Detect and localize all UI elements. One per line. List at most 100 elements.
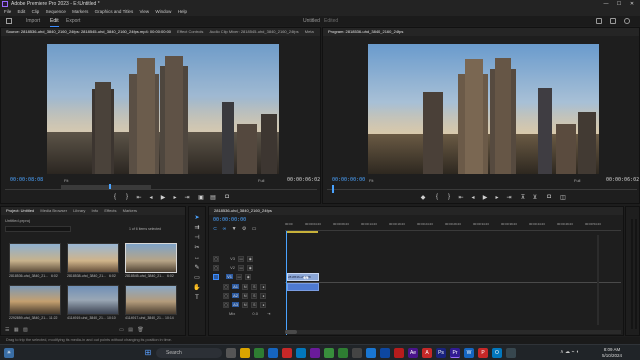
program-mark-in-icon[interactable]: { bbox=[433, 194, 441, 200]
lock-icon[interactable]: ▢ bbox=[223, 283, 229, 290]
program-mark-out-icon[interactable]: } bbox=[445, 194, 453, 200]
project-thumbnail-selected[interactable] bbox=[125, 243, 177, 273]
menu-sequence[interactable]: Sequence bbox=[46, 9, 66, 14]
tab-library[interactable]: Library bbox=[73, 208, 85, 213]
source-timecode[interactable]: 00:00:08:08 bbox=[10, 177, 43, 183]
pen-tool-icon[interactable]: ✎ bbox=[192, 263, 202, 273]
menu-window[interactable]: Window bbox=[155, 9, 171, 14]
taskview-icon[interactable] bbox=[226, 348, 236, 358]
source-timebar[interactable] bbox=[5, 189, 317, 190]
home-icon[interactable] bbox=[6, 18, 12, 24]
chrome-icon[interactable] bbox=[282, 348, 292, 358]
tab-effects[interactable]: Effects bbox=[104, 208, 116, 213]
step-forward-icon[interactable]: ▸ bbox=[171, 194, 179, 201]
program-timebar[interactable] bbox=[327, 189, 637, 190]
app-icon[interactable] bbox=[394, 348, 404, 358]
program-fit-select[interactable]: Fit bbox=[369, 178, 373, 183]
menu-markers[interactable]: Markers bbox=[72, 9, 88, 14]
solo-icon[interactable]: S bbox=[251, 301, 258, 308]
selection-tool-icon[interactable]: ➤ bbox=[192, 213, 202, 223]
mic-icon[interactable]: ● bbox=[260, 301, 267, 308]
rectangle-tool-icon[interactable]: ▭ bbox=[192, 273, 202, 283]
lock-icon[interactable]: ▢ bbox=[213, 255, 219, 262]
project-thumbnail[interactable] bbox=[9, 285, 61, 315]
comparison-view-icon[interactable]: ◫ bbox=[559, 194, 567, 201]
insert-icon[interactable]: ▣ bbox=[197, 194, 205, 201]
mute-icon[interactable]: M bbox=[242, 292, 249, 299]
tab-sequence[interactable]: 2818536-uhd_3840_2160_24fps bbox=[214, 208, 272, 213]
outlook-icon[interactable]: O bbox=[492, 348, 502, 358]
sync-lock-icon[interactable]: ▭ bbox=[236, 273, 243, 280]
tab-markers[interactable]: Markers bbox=[123, 208, 137, 213]
audio-clip[interactable] bbox=[287, 283, 319, 291]
project-search-input[interactable] bbox=[5, 226, 71, 232]
export-frame-icon[interactable]: ◘ bbox=[223, 194, 231, 200]
menu-edit[interactable]: Edit bbox=[18, 9, 26, 14]
mic-icon[interactable]: ● bbox=[260, 283, 267, 290]
source-video-frame[interactable] bbox=[47, 44, 279, 174]
sync-lock-icon[interactable]: ▭ bbox=[238, 264, 245, 271]
timeline-timecode[interactable]: 00:00:00:00 bbox=[213, 217, 246, 223]
timeline-horizontal-scrollbar[interactable] bbox=[285, 330, 621, 334]
new-item-icon[interactable]: ▤ bbox=[128, 327, 133, 333]
list-view-icon[interactable]: ☰ bbox=[5, 327, 9, 333]
clock[interactable]: 8:09 AM 5/10/2024 bbox=[594, 347, 630, 359]
tab-media-browser[interactable]: Media Browser bbox=[40, 208, 67, 213]
sync-lock-icon[interactable]: ▭ bbox=[238, 255, 245, 262]
linked-selection-icon[interactable]: ∞ bbox=[223, 226, 227, 232]
solo-icon[interactable]: S bbox=[251, 283, 258, 290]
razor-tool-icon[interactable]: ✂ bbox=[192, 243, 202, 253]
fullscreen-icon[interactable] bbox=[624, 18, 630, 24]
program-step-back-icon[interactable]: ◂ bbox=[469, 194, 477, 201]
program-playhead[interactable] bbox=[332, 185, 334, 193]
app-icon[interactable] bbox=[506, 348, 516, 358]
app-icon[interactable] bbox=[310, 348, 320, 358]
track-name[interactable]: A2 bbox=[232, 293, 240, 298]
mark-in-icon[interactable]: { bbox=[111, 194, 119, 200]
share-icon[interactable] bbox=[610, 18, 616, 24]
tab-effect-controls[interactable]: Effect Controls bbox=[177, 29, 203, 34]
app-icon[interactable] bbox=[324, 348, 334, 358]
mix-end-icon[interactable]: ⇥ bbox=[267, 311, 270, 316]
go-to-in-icon[interactable]: ⇤ bbox=[135, 194, 143, 201]
extract-icon[interactable]: ⊻ bbox=[531, 194, 539, 201]
program-step-forward-icon[interactable]: ▸ bbox=[493, 194, 501, 201]
tab-project[interactable]: Project: Untitled bbox=[6, 208, 34, 213]
track-name[interactable]: V1 bbox=[226, 274, 234, 279]
close-button[interactable]: ✕ bbox=[626, 0, 638, 8]
tab-metadata[interactable]: Meta bbox=[305, 29, 314, 34]
track-select-tool-icon[interactable]: ⇉ bbox=[192, 223, 202, 233]
add-marker-timeline-icon[interactable]: ▼ bbox=[232, 226, 237, 232]
minimize-button[interactable]: — bbox=[600, 0, 612, 8]
app-icon[interactable] bbox=[352, 348, 362, 358]
source-resolution-select[interactable]: Full bbox=[258, 178, 264, 183]
app-icon[interactable] bbox=[366, 348, 376, 358]
captions-icon[interactable]: ▭ bbox=[252, 226, 257, 232]
tab-import[interactable]: Import bbox=[26, 16, 40, 26]
program-export-frame-icon[interactable]: ◘ bbox=[545, 194, 553, 200]
mark-out-icon[interactable]: } bbox=[123, 194, 131, 200]
go-to-out-icon[interactable]: ⇥ bbox=[183, 194, 191, 201]
tab-edit[interactable]: Edit bbox=[50, 16, 59, 27]
mic-icon[interactable]: ● bbox=[260, 292, 267, 299]
tab-source[interactable]: Source: 2818536-uhd_3840_2160_24fps: 281… bbox=[6, 29, 171, 34]
source-fit-select[interactable]: Fit bbox=[64, 178, 68, 183]
timeline-playhead[interactable] bbox=[286, 231, 287, 335]
slip-tool-icon[interactable]: ↔ bbox=[192, 253, 202, 263]
powerpoint-icon[interactable]: P bbox=[478, 348, 488, 358]
whatsapp-icon[interactable] bbox=[338, 348, 348, 358]
store-icon[interactable] bbox=[296, 348, 306, 358]
program-play-icon[interactable]: ▶ bbox=[481, 194, 489, 201]
menu-file[interactable]: File bbox=[4, 9, 11, 14]
eye-icon[interactable]: ◉ bbox=[247, 255, 254, 262]
solo-icon[interactable]: S bbox=[251, 292, 258, 299]
step-back-icon[interactable]: ◂ bbox=[147, 194, 155, 201]
menu-help[interactable]: Help bbox=[178, 9, 187, 14]
mix-value[interactable]: 0.0 bbox=[252, 311, 258, 316]
photoshop-icon[interactable]: Ps bbox=[436, 348, 446, 358]
project-thumbnail[interactable] bbox=[125, 285, 177, 315]
settings-wrench-icon[interactable]: ⚙ bbox=[242, 226, 246, 232]
lock-icon[interactable]: ▢ bbox=[213, 264, 219, 271]
mute-icon[interactable]: M bbox=[242, 301, 249, 308]
word-icon[interactable]: W bbox=[464, 348, 474, 358]
